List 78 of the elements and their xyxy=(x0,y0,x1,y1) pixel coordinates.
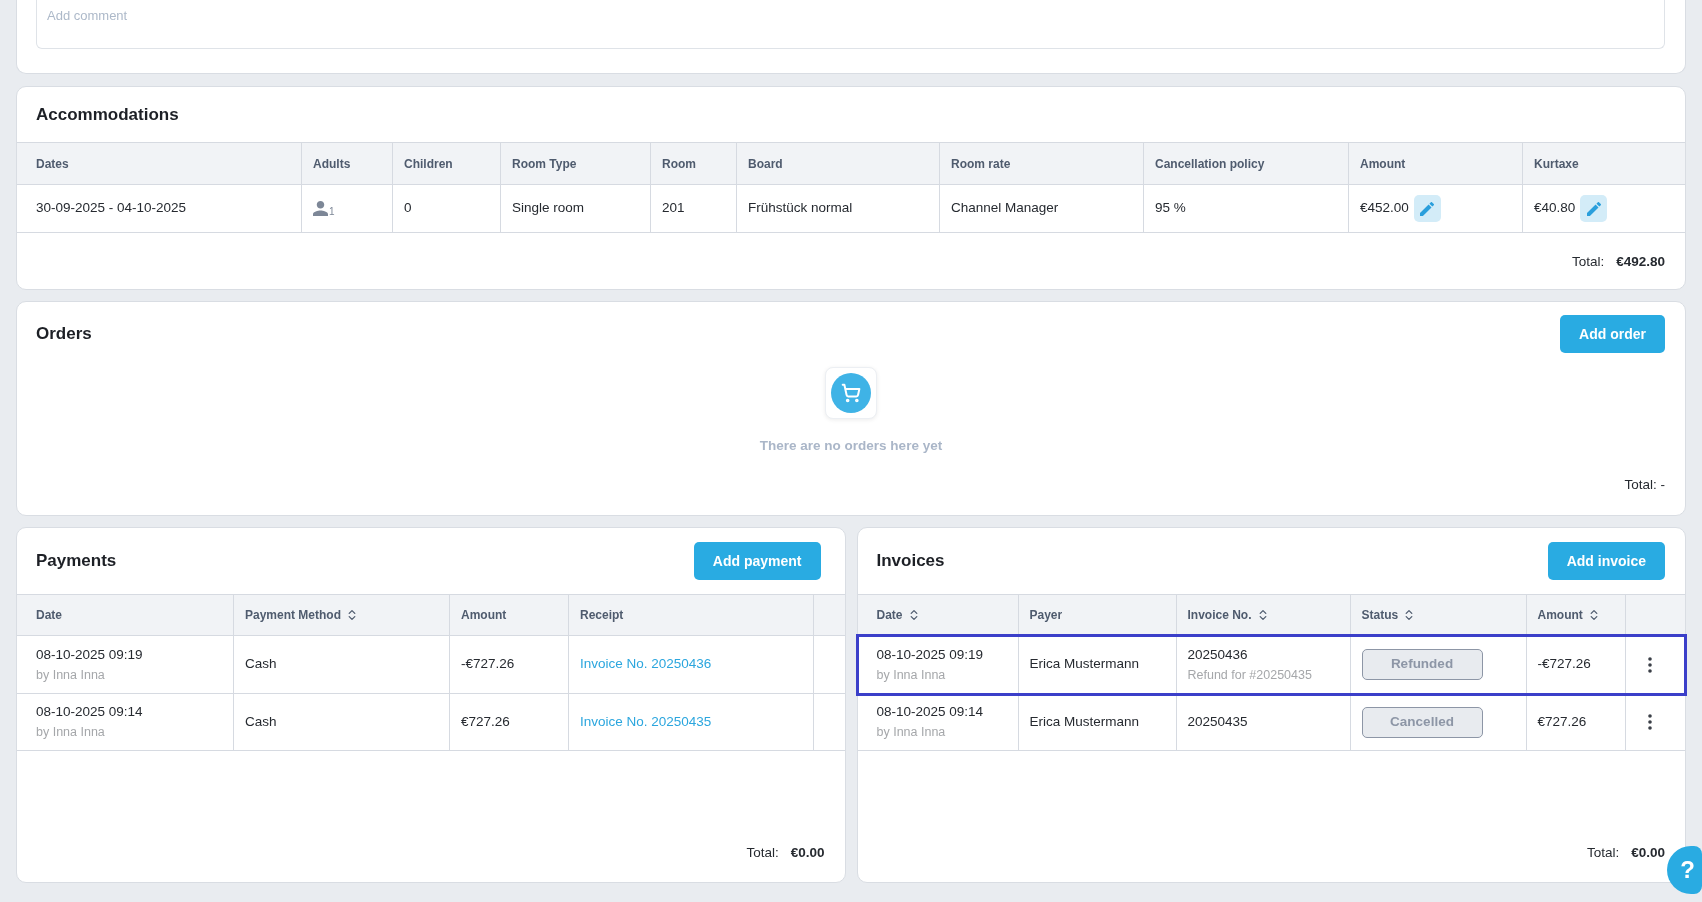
comment-field[interactable]: Add comment xyxy=(36,0,1665,49)
status-badge: Refunded xyxy=(1361,649,1483,680)
total-value: €0.00 xyxy=(1631,843,1665,862)
total-label: Total: - xyxy=(1624,475,1665,494)
column-header: Room Type xyxy=(501,143,651,184)
column-header: Date xyxy=(17,595,234,635)
table-cell: €727.26 xyxy=(1526,694,1626,750)
total-value: €492.80 xyxy=(1616,252,1665,271)
column-header[interactable]: Payment Method xyxy=(234,595,450,635)
pencil-icon xyxy=(1420,201,1435,216)
pencil-icon xyxy=(1586,201,1601,216)
table-cell: €727.26 xyxy=(450,694,569,750)
sort-icon xyxy=(909,609,918,621)
column-header[interactable]: Amount xyxy=(1526,595,1626,635)
table-cell: 201 xyxy=(651,185,737,232)
cart-icon xyxy=(825,367,877,419)
column-header: Dates xyxy=(17,143,302,184)
invoice-row[interactable]: 08-10-2025 09:14 by Inna Inna Erica Mustermann 20250435 Cancelled €727.26 xyxy=(857,694,1685,751)
sort-icon xyxy=(1405,609,1414,621)
date-text: 08-10-2025 09:19 xyxy=(876,645,984,664)
column-header: Room xyxy=(651,143,737,184)
price-text: €452.00 xyxy=(1360,199,1409,218)
table-cell: Cash xyxy=(234,694,450,750)
person-icon xyxy=(313,201,328,216)
sort-icon xyxy=(1589,609,1598,621)
table-cell: Cash xyxy=(234,636,450,693)
invoice-number: 20250436 xyxy=(1187,645,1248,664)
column-header: Board xyxy=(737,143,940,184)
table-cell: 95 % xyxy=(1144,185,1349,232)
table-cell: Single room xyxy=(501,185,651,232)
vertical-dots-icon xyxy=(1648,656,1653,673)
date-text: 08-10-2025 09:14 xyxy=(876,703,984,721)
empty-state-text: There are no orders here yet xyxy=(759,437,943,455)
sort-icon xyxy=(1258,609,1267,621)
total-value: €0.00 xyxy=(790,843,825,862)
author-text: by Inna Inna xyxy=(36,666,105,684)
vertical-dots-icon xyxy=(1648,714,1653,730)
column-header: Receipt xyxy=(569,595,814,635)
table-cell: Erica Mustermann xyxy=(1018,694,1177,750)
column-header[interactable]: Date xyxy=(857,595,1019,635)
date-text: 08-10-2025 09:19 xyxy=(36,645,143,664)
column-header[interactable]: Status xyxy=(1350,595,1527,635)
table-cell: 0 xyxy=(393,185,501,232)
section-title: Accommodations xyxy=(36,103,179,126)
invoice-number: 20250435 xyxy=(1187,713,1248,731)
column-header: Adults xyxy=(302,143,393,184)
column-header: Payer xyxy=(1018,595,1177,635)
date-text: 08-10-2025 09:14 xyxy=(36,703,143,721)
column-header: Amount xyxy=(1349,143,1523,184)
total-label: Total: xyxy=(1571,252,1605,271)
status-badge: Cancelled xyxy=(1361,706,1483,738)
section-title: Orders xyxy=(36,323,92,346)
total-label: Total: xyxy=(1586,843,1620,862)
guest-count: 1 xyxy=(329,205,335,219)
table-cell: -€727.26 xyxy=(1526,636,1626,693)
table-cell: -€727.26 xyxy=(450,636,569,693)
column-header: Children xyxy=(393,143,501,184)
table-cell: Frühstück normal xyxy=(737,185,940,232)
section-title: Payments xyxy=(36,550,117,573)
edit-button[interactable] xyxy=(1413,195,1441,222)
refund-note: Refund for #20250435 xyxy=(1187,666,1312,684)
edit-button[interactable] xyxy=(1580,195,1608,222)
column-header: Cancellation policy xyxy=(1144,143,1349,184)
invoice-row[interactable]: 08-10-2025 09:19 by Inna Inna Erica Mustermann 20250436 Refund for #20250435 Refunded -€727.26 xyxy=(857,636,1685,694)
section-title: Invoices xyxy=(876,550,945,573)
column-header: Room rate xyxy=(940,143,1144,184)
table-cell: Channel Manager xyxy=(940,185,1144,232)
sort-icon xyxy=(348,609,356,621)
column-header: Amount xyxy=(450,595,569,635)
author-text: by Inna Inna xyxy=(36,724,105,741)
author-text: by Inna Inna xyxy=(876,724,946,741)
column-header[interactable]: Invoice No. xyxy=(1176,595,1351,635)
price-text: €40.80 xyxy=(1534,199,1576,218)
total-label: Total: xyxy=(746,843,779,862)
table-cell: 30-09-2025 - 04-10-2025 xyxy=(17,185,302,232)
column-header: Kurtaxe xyxy=(1533,155,1580,173)
table-cell: Erica Mustermann xyxy=(1018,636,1177,693)
author-text: by Inna Inna xyxy=(876,666,946,684)
